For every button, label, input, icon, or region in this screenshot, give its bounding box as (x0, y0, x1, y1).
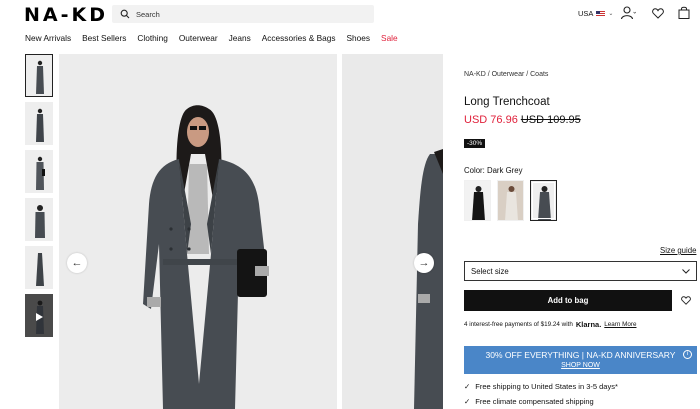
play-icon (36, 313, 43, 321)
model-in-trenchcoat-image (59, 54, 337, 409)
thumbnail-5[interactable] (25, 246, 53, 289)
price-block: USD 76.96 USD 109.95 (464, 114, 581, 126)
account-icon[interactable] (620, 6, 636, 20)
discount-badge: -30% (464, 139, 486, 148)
thumbnail-strip (25, 54, 53, 342)
color-swatch-dark-grey[interactable] (530, 180, 557, 221)
nav-clothing[interactable]: Clothing (137, 33, 167, 43)
main-nav: New Arrivals Best Sellers Clothing Outer… (25, 33, 398, 43)
locale-label: USA (578, 9, 594, 18)
promo-title: 30% OFF EVERYTHING | NA-KD ANNIVERSARY (485, 350, 676, 360)
search-input[interactable] (136, 9, 336, 19)
nav-sale[interactable]: Sale (381, 33, 398, 43)
checkmark-icon: ✓ (464, 382, 471, 391)
product-title: Long Trenchcoat (464, 96, 550, 108)
shipping-text-1: Free shipping to United States in 3-5 da… (475, 382, 618, 391)
prev-image-button[interactable]: ← (67, 253, 87, 273)
thumbnail-1[interactable] (25, 54, 53, 97)
size-guide-link[interactable]: Size guide (660, 246, 696, 255)
nav-new-arrivals[interactable]: New Arrivals (25, 33, 71, 43)
promo-banner[interactable]: 30% OFF EVERYTHING | NA-KD ANNIVERSARY S… (464, 346, 697, 374)
shipping-info-1: ✓ Free shipping to United States in 3-5 … (464, 382, 618, 391)
thumbnail-3[interactable] (25, 150, 53, 193)
klarna-text: 4 interest-free payments of $19.24 with (464, 321, 573, 328)
locale-selector[interactable]: USA ⌄ (578, 9, 613, 18)
klarna-info: 4 interest-free payments of $19.24 with … (464, 320, 637, 329)
logo[interactable]: NA-KD (24, 4, 108, 26)
nav-outerwear[interactable]: Outerwear (179, 33, 218, 43)
klarna-logo: Klarna. (575, 320, 602, 329)
breadcrumb[interactable]: NA-KD / Outerwear / Coats (464, 71, 548, 78)
chevron-down-icon: ⌄ (608, 11, 614, 17)
checkmark-icon: ✓ (464, 397, 471, 406)
shopping-bag-icon[interactable] (678, 6, 690, 19)
nav-accessories-bags[interactable]: Accessories & Bags (262, 33, 336, 43)
size-select[interactable]: Select size (464, 261, 697, 281)
shipping-text-2: Free climate compensated shipping (475, 397, 594, 406)
thumbnail-4[interactable] (25, 198, 53, 241)
promo-shop-now-link[interactable]: SHOP NOW (464, 362, 697, 369)
thumbnail-2[interactable] (25, 102, 53, 145)
nav-shoes[interactable]: Shoes (347, 33, 371, 43)
next-image-button[interactable]: → (414, 253, 434, 273)
nav-jeans[interactable]: Jeans (229, 33, 251, 43)
nav-best-sellers[interactable]: Best Sellers (82, 33, 126, 43)
original-price: USD 109.95 (520, 114, 581, 126)
secondary-product-image[interactable]: → (342, 54, 443, 409)
search-icon (120, 9, 130, 19)
thumbnail-video[interactable] (25, 294, 53, 337)
shipping-info-2: ✓ Free climate compensated shipping (464, 397, 594, 406)
color-swatch-black[interactable] (464, 180, 491, 221)
add-to-bag-button[interactable]: Add to bag (464, 290, 672, 311)
main-product-image[interactable]: ← (59, 54, 337, 409)
klarna-learn-more-link[interactable]: Learn More (604, 321, 636, 328)
add-to-wishlist-heart-icon[interactable] (681, 296, 691, 305)
header: NA-KD USA ⌄ (0, 0, 700, 30)
size-select-label: Select size (471, 266, 509, 276)
color-label: Color: Dark Grey (464, 166, 523, 175)
color-swatch-beige[interactable] (497, 180, 524, 221)
model-side-view-image (342, 54, 443, 409)
us-flag-icon (596, 10, 606, 17)
chevron-down-icon (682, 268, 690, 274)
color-swatches (464, 180, 557, 221)
sale-price: USD 76.96 (464, 114, 518, 126)
wishlist-heart-icon[interactable] (652, 8, 664, 19)
info-icon[interactable]: i (683, 350, 692, 359)
search-bar[interactable] (112, 5, 374, 23)
